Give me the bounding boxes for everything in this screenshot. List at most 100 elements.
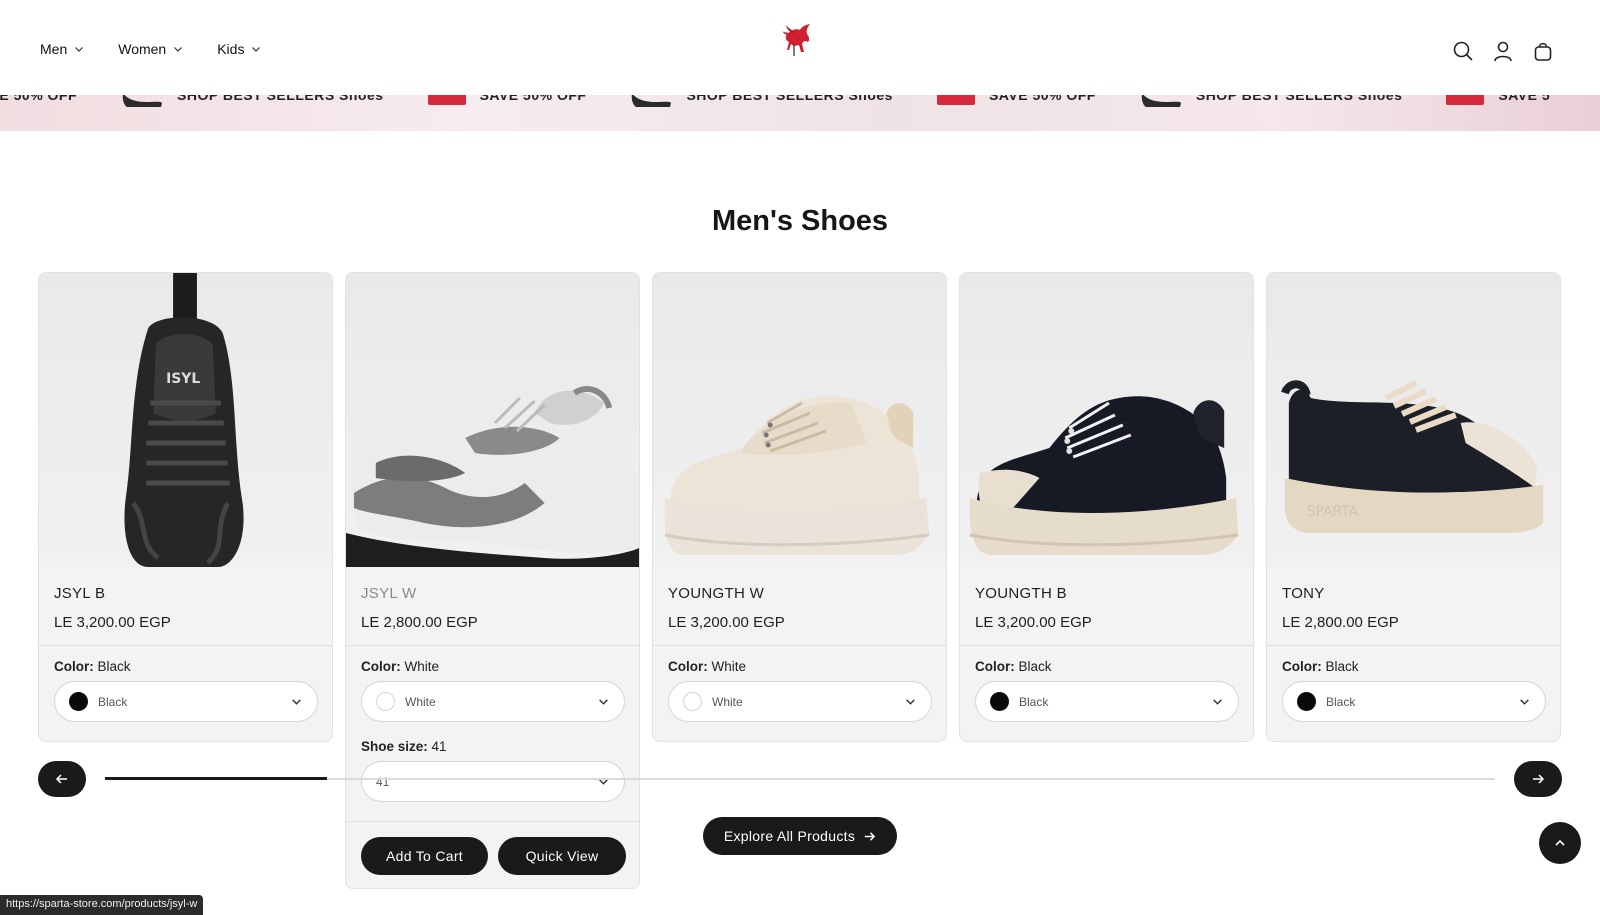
svg-text:SPARTA: SPARTA [1307, 504, 1359, 520]
product-image[interactable] [960, 273, 1253, 567]
sneaker-image-icon [969, 396, 1239, 555]
sale-badge [427, 95, 466, 105]
chevron-down-icon [599, 699, 608, 705]
shoe-icon [122, 95, 163, 107]
sneaker-image-icon: SPARTA [1281, 380, 1544, 533]
product-image[interactable]: ISYL [39, 273, 332, 567]
slider-progress[interactable] [105, 777, 327, 780]
arrow-right-icon [1533, 774, 1545, 784]
color-swatch [1297, 692, 1316, 711]
account-icon[interactable] [1492, 40, 1514, 62]
product-price: LE 3,200.00 EGP [975, 614, 1092, 631]
chevron-down-icon [252, 47, 261, 52]
marquee-item: AVE 50% OFF [0, 95, 77, 111]
cart-bag-icon[interactable] [1532, 40, 1554, 62]
nav-item-women[interactable]: Women [118, 41, 183, 57]
product-image[interactable] [653, 273, 946, 567]
option-value: White [404, 659, 440, 674]
search-icon[interactable] [1452, 40, 1474, 62]
nav-label: Men [40, 41, 68, 57]
chevron-down-icon [1520, 699, 1529, 705]
marquee-text: SAVE 5 [1498, 95, 1551, 103]
svg-text:ISYL: ISYL [166, 371, 200, 387]
product-price: LE 2,800.00 EGP [361, 614, 478, 631]
divider [39, 645, 332, 646]
product-image[interactable] [346, 273, 639, 567]
product-title[interactable]: JSYL W [361, 585, 416, 602]
sneaker-image-icon [346, 386, 639, 567]
explore-all-products-button[interactable]: Explore All Products [703, 817, 897, 855]
divider [346, 821, 639, 822]
select-value: White [712, 694, 743, 709]
product-card-hovered[interactable]: JSYL W LE 2,800.00 EGP Color: White Whit… [345, 272, 640, 889]
chevron-down-icon [906, 699, 915, 705]
color-option-label: Color: Black [1282, 659, 1359, 674]
product-title[interactable]: YOUNGTH W [668, 585, 764, 602]
option-name: Color: [975, 659, 1015, 674]
product-title[interactable]: JSYL B [54, 585, 105, 602]
quick-view-button[interactable]: Quick View [498, 837, 626, 875]
product-title[interactable]: YOUNGTH B [975, 585, 1067, 602]
marquee-text: SHOP BEST SELLERS Shoes [686, 95, 893, 103]
color-swatch [990, 692, 1009, 711]
product-price: LE 3,200.00 EGP [54, 614, 171, 631]
arrow-right-icon [864, 831, 876, 841]
product-card[interactable]: ISYL JSYL B LE 3,200.00 EGP Color: Black… [38, 272, 333, 742]
divider [960, 645, 1253, 646]
color-option-label: Color: Black [975, 659, 1052, 674]
prev-slide-button[interactable] [38, 761, 86, 797]
product-title[interactable]: TONY [1282, 585, 1325, 602]
marquee-item: SHOP BEST SELLERS Shoes [121, 95, 384, 111]
nav-item-kids[interactable]: Kids [217, 41, 261, 57]
product-price: LE 3,200.00 EGP [668, 614, 785, 631]
product-card[interactable]: YOUNGTH W LE 3,200.00 EGP Color: White W… [652, 272, 947, 742]
color-select[interactable]: White [668, 681, 932, 722]
color-select[interactable]: Black [975, 681, 1239, 722]
select-value: Black [1019, 694, 1049, 709]
option-value: Black [1018, 659, 1052, 674]
color-swatch [69, 692, 88, 711]
option-name: Color: [361, 659, 401, 674]
color-select[interactable]: White [361, 681, 625, 722]
product-card[interactable]: SPARTA TONY LE 2,800.00 EGP Color: Black… [1266, 272, 1561, 742]
select-value: Black [1326, 694, 1356, 709]
color-select[interactable]: Black [54, 681, 318, 722]
marquee-item: SHOP BEST SELLERS Shoes [630, 95, 893, 111]
divider [653, 645, 946, 646]
explore-label: Explore All Products [723, 828, 856, 844]
marquee-text: SAVE 50% OFF [988, 95, 1096, 103]
option-name: Shoe size: [361, 739, 428, 754]
sneaker-image-icon: ISYL [124, 273, 244, 567]
color-option-label: Color: Black [54, 659, 131, 674]
link-status-bar: https://sparta-store.com/products/jsyl-w [0, 895, 204, 915]
site-header: Men Women Kids [0, 0, 1600, 103]
arrow-left-icon [55, 774, 67, 784]
product-price: LE 2,800.00 EGP [1282, 614, 1399, 631]
size-option-label: Shoe size: 41 [361, 739, 447, 754]
option-value: White [711, 659, 747, 674]
header-actions [1452, 40, 1554, 62]
product-card[interactable]: YOUNGTH B LE 3,200.00 EGP Color: Black B… [959, 272, 1254, 742]
color-select[interactable]: Black [1282, 681, 1546, 722]
product-image[interactable]: SPARTA [1267, 273, 1560, 567]
nav-label: Women [118, 41, 167, 57]
shoe-icon [632, 95, 672, 107]
pegasus-logo-icon[interactable] [780, 22, 816, 58]
option-name: Color: [668, 659, 708, 674]
divider [1267, 645, 1560, 646]
next-slide-button[interactable] [1514, 761, 1562, 797]
option-value: Black [1325, 659, 1359, 674]
marquee-text: SAVE 50% OFF [479, 95, 587, 103]
promo-marquee[interactable]: AVE 50% OFF SHOP BEST SELLERS Shoes SAVE… [0, 95, 1600, 131]
option-value: 41 [431, 739, 447, 754]
add-to-cart-button[interactable]: Add To Cart [361, 837, 488, 875]
select-value: White [405, 694, 436, 709]
marquee-track: AVE 50% OFF SHOP BEST SELLERS Shoes SAVE… [0, 95, 1594, 111]
scroll-to-top-button[interactable] [1539, 822, 1581, 864]
nav-item-men[interactable]: Men [40, 41, 84, 57]
marquee-item: SAVE 50% OFF [936, 95, 1096, 111]
size-select[interactable]: 41 [361, 761, 625, 802]
section-title: Men's Shoes [711, 205, 889, 237]
marquee-text: AVE 50% OFF [0, 95, 78, 103]
sneaker-image-icon [664, 396, 930, 555]
